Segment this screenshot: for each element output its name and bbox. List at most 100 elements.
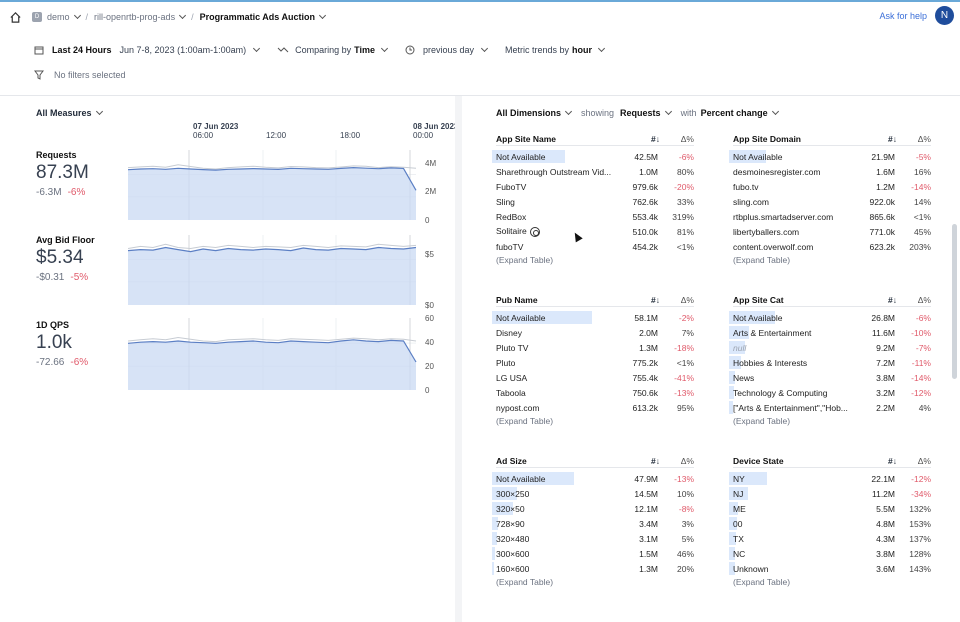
table-row[interactable]: Disney 2.0M 7% <box>496 325 694 340</box>
table-row[interactable]: 160×600 1.3M 20% <box>492 561 694 576</box>
table-row[interactable]: 300×250 14.5M 10% <box>492 486 694 501</box>
table-row[interactable]: Taboola 750.6k -13% <box>496 385 694 400</box>
pane-divider[interactable] <box>455 96 462 622</box>
expand-table-link[interactable]: (Expand Table) <box>496 416 694 426</box>
expand-table-link[interactable]: (Expand Table) <box>496 577 694 587</box>
table-row[interactable]: 320×50 12.1M -8% <box>492 501 694 516</box>
filter-bar[interactable]: No filters selected <box>34 70 126 80</box>
table-row[interactable]: Pluto TV 1.3M -18% <box>496 340 694 355</box>
expand-table-link[interactable]: (Expand Table) <box>496 255 694 265</box>
sort-column-header[interactable]: #↓ <box>626 295 660 305</box>
row-delta: 95% <box>676 402 694 413</box>
table-row[interactable]: Sharethrough Outstream Vid... 1.0M 80% <box>496 164 694 179</box>
table-row[interactable]: fubo.tv 1.2M -14% <box>733 179 931 194</box>
table-title[interactable]: Device State <box>733 456 863 466</box>
requests-chart[interactable] <box>128 150 424 222</box>
qps-chart[interactable] <box>128 318 424 393</box>
table-row[interactable]: 320×480 3.1M 5% <box>492 531 694 546</box>
table-row[interactable]: Not Available 42.5M -6% <box>492 149 694 164</box>
table-row[interactable]: RedBox 553.4k 319% <box>496 209 694 224</box>
chevron-down-icon[interactable] <box>664 107 672 116</box>
row-value: 1.3M <box>639 563 658 574</box>
table-row[interactable]: TX 4.3M 137% <box>729 531 931 546</box>
table-row[interactable]: NY 22.1M -12% <box>729 471 931 486</box>
measure-selector[interactable]: Requests <box>620 108 661 118</box>
table-row[interactable]: nypost.com 613.2k 95% <box>496 400 694 415</box>
table-row[interactable]: content.overwolf.com 623.2k 203% <box>733 239 931 254</box>
avg-bid-floor-chart[interactable] <box>128 235 424 307</box>
table-row[interactable]: FuboTV 979.6k -20% <box>496 179 694 194</box>
delta-column-header[interactable]: Δ% <box>897 456 931 466</box>
table-row[interactable]: 728×90 3.4M 3% <box>492 516 694 531</box>
table-row[interactable]: rtbplus.smartadserver.com 865.6k <1% <box>733 209 931 224</box>
all-dimensions-selector[interactable]: All Dimensions <box>496 108 561 118</box>
chevron-down-icon[interactable] <box>179 11 187 20</box>
chevron-down-icon[interactable] <box>564 107 573 116</box>
table-row[interactable]: fuboTV 454.2k <1% <box>496 239 694 254</box>
chevron-down-icon[interactable] <box>73 11 81 20</box>
chevron-down-icon[interactable] <box>771 107 779 116</box>
table-row[interactable]: LG USA 755.4k -41% <box>496 370 694 385</box>
all-measures-selector[interactable]: All Measures <box>36 107 103 118</box>
table-row[interactable]: Pluto 775.2k <1% <box>496 355 694 370</box>
comparison-selector[interactable]: Comparing by Time <box>277 44 389 55</box>
table-row[interactable]: Unknown 3.6M 143% <box>729 561 931 576</box>
table-title[interactable]: Ad Size <box>496 456 626 466</box>
table-title[interactable]: App Site Domain <box>733 134 863 144</box>
sort-column-header[interactable]: #↓ <box>626 134 660 144</box>
measure-requests[interactable]: Requests 87.3M -6.3M -6% <box>36 150 89 198</box>
avatar[interactable]: N <box>935 6 954 25</box>
table-row[interactable]: Sling 762.6k 33% <box>496 194 694 209</box>
delta-column-header[interactable]: Δ% <box>660 134 694 144</box>
table-row[interactable]: Arts & Entertainment 11.6M -10% <box>729 325 931 340</box>
table-row[interactable]: 300×600 1.5M 46% <box>492 546 694 561</box>
table-row[interactable]: NJ 11.2M -34% <box>729 486 931 501</box>
sort-column-header[interactable]: #↓ <box>863 134 897 144</box>
table-row[interactable]: Technology & Computing 3.2M -12% <box>729 385 931 400</box>
comparison-mode-selector[interactable]: Percent change <box>701 108 768 118</box>
delta-column-header[interactable]: Δ% <box>660 456 694 466</box>
expand-table-link[interactable]: (Expand Table) <box>733 577 931 587</box>
table-row[interactable]: libertyballers.com 771.0k 45% <box>733 224 931 239</box>
table-row[interactable]: 00 4.8M 153% <box>729 516 931 531</box>
breadcrumb-org[interactable]: demo <box>47 12 70 22</box>
time-range-selector[interactable]: Last 24 Hours Jun 7-8, 2023 (1:00am-1:00… <box>34 44 261 55</box>
measure-avg-bid-floor[interactable]: Avg Bid Floor $5.34 -$0.31 -5% <box>36 235 95 283</box>
measure-1d-qps[interactable]: 1D QPS 1.0k -72.66 -6% <box>36 320 88 368</box>
comparison-period-selector[interactable]: previous day <box>405 44 489 55</box>
table-row[interactable]: null 9.2M -7% <box>729 340 931 355</box>
table-title[interactable]: App Site Cat <box>733 295 863 305</box>
measure-name: 1D QPS <box>36 320 70 330</box>
chevron-down-icon[interactable] <box>318 11 326 20</box>
ask-for-help-link[interactable]: Ask for help <box>879 11 927 21</box>
metric-trends-selector[interactable]: Metric trends by hour <box>505 44 606 55</box>
table-row[interactable]: Solitaire 510.0k 81% <box>496 224 694 239</box>
home-icon[interactable] <box>9 11 22 24</box>
delta-column-header[interactable]: Δ% <box>897 295 931 305</box>
table-row[interactable]: Hobbies & Interests 7.2M -11% <box>729 355 931 370</box>
delta-column-header[interactable]: Δ% <box>660 295 694 305</box>
table-row[interactable]: Not Available 58.1M -2% <box>492 310 694 325</box>
table-row[interactable]: Not Available 26.8M -6% <box>729 310 931 325</box>
delta-column-header[interactable]: Δ% <box>897 134 931 144</box>
table-title[interactable]: App Site Name <box>496 134 626 144</box>
row-delta: -12% <box>911 473 931 484</box>
table-row[interactable]: NC 3.8M 128% <box>729 546 931 561</box>
breadcrumb-project[interactable]: rill-openrtb-prog-ads <box>94 12 175 22</box>
table-row[interactable]: ME 5.5M 132% <box>729 501 931 516</box>
row-label-text: LG USA <box>496 372 528 383</box>
sort-column-header[interactable]: #↓ <box>863 295 897 305</box>
table-row[interactable]: sling.com 922.0k 14% <box>733 194 931 209</box>
expand-table-link[interactable]: (Expand Table) <box>733 255 931 265</box>
expand-table-link[interactable]: (Expand Table) <box>733 416 931 426</box>
table-row[interactable]: Not Available 47.9M -13% <box>492 471 694 486</box>
table-row[interactable]: ["Arts & Entertainment","Hob... 2.2M 4% <box>729 400 931 415</box>
sort-column-header[interactable]: #↓ <box>863 456 897 466</box>
table-row[interactable]: desmoinesregister.com 1.6M 16% <box>733 164 931 179</box>
sort-column-header[interactable]: #↓ <box>626 456 660 466</box>
table-row[interactable]: News 3.8M -14% <box>729 370 931 385</box>
table-title[interactable]: Pub Name <box>496 295 626 305</box>
breadcrumb-dashboard[interactable]: Programmatic Ads Auction <box>200 12 315 22</box>
table-row[interactable]: Not Available 21.9M -5% <box>729 149 931 164</box>
scrollbar[interactable] <box>952 224 957 379</box>
